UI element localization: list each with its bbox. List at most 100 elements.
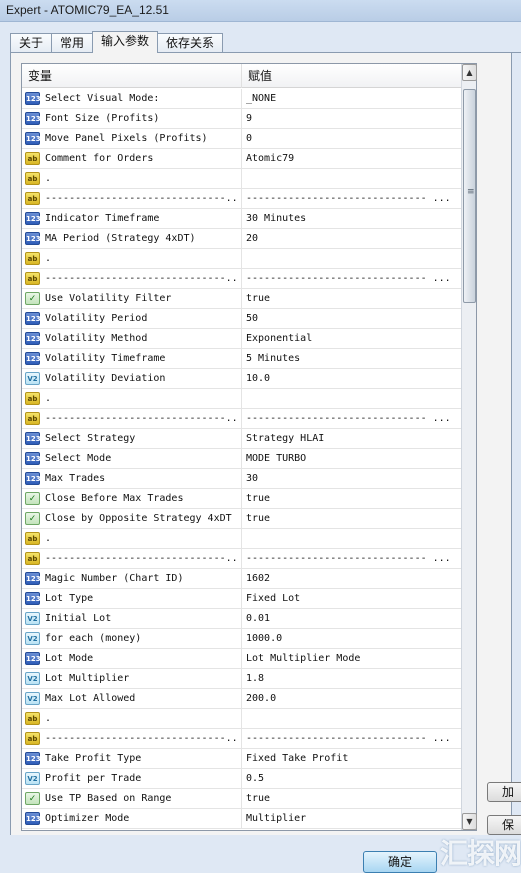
value-cell[interactable]: 1000.0 [242, 629, 461, 649]
value-cell[interactable]: Lot Multiplier Mode [242, 649, 461, 669]
variable-value[interactable]: ------------------------------ ... [246, 409, 457, 429]
value-cell[interactable]: 20 [242, 229, 461, 249]
value-cell[interactable]: true [242, 789, 461, 809]
variable-value[interactable]: MODE TURBO [246, 449, 457, 469]
tab-about[interactable]: 关于 [10, 33, 53, 53]
parameter-row[interactable]: V2 for each (money) 1000.0 [22, 629, 461, 649]
parameter-row[interactable]: 123 Move Panel Pixels (Profits) 0 [22, 129, 461, 149]
variable-value[interactable]: 30 Minutes [246, 209, 457, 229]
value-cell[interactable]: true [242, 289, 461, 309]
value-cell[interactable] [242, 249, 461, 269]
variable-value[interactable] [246, 169, 457, 189]
variable-value[interactable]: true [246, 289, 457, 309]
value-cell[interactable]: Fixed Lot [242, 589, 461, 609]
value-cell[interactable] [242, 389, 461, 409]
parameter-row[interactable]: 123 Select Strategy Strategy HLAI [22, 429, 461, 449]
variable-value[interactable]: Atomic79 [246, 149, 457, 169]
parameter-row[interactable]: ab. [22, 709, 461, 729]
variable-value[interactable]: 20 [246, 229, 457, 249]
variable-value[interactable]: Strategy HLAI [246, 429, 457, 449]
variable-value[interactable]: 1000.0 [246, 629, 457, 649]
value-cell[interactable]: 5 Minutes [242, 349, 461, 369]
variable-value[interactable]: 0.01 [246, 609, 457, 629]
value-cell[interactable]: true [242, 509, 461, 529]
variable-value[interactable]: Multiplier [246, 809, 457, 829]
value-cell[interactable]: ------------------------------ ... [242, 269, 461, 289]
value-cell[interactable]: 1.8 [242, 669, 461, 689]
value-cell[interactable] [242, 529, 461, 549]
parameter-row[interactable]: V2 Volatility Deviation 10.0 [22, 369, 461, 389]
variable-value[interactable] [246, 709, 457, 729]
variable-value[interactable]: 0 [246, 129, 457, 149]
value-cell[interactable]: Multiplier [242, 809, 461, 829]
parameter-row[interactable]: 123 Lot Type Fixed Lot [22, 589, 461, 609]
scroll-up-button[interactable]: ▲ [462, 64, 477, 81]
ok-button[interactable]: 确定 [363, 851, 437, 873]
variable-value[interactable]: true [246, 789, 457, 809]
value-cell[interactable] [242, 169, 461, 189]
parameter-row[interactable]: V2 Lot Multiplier 1.8 [22, 669, 461, 689]
variable-value[interactable]: 10.0 [246, 369, 457, 389]
parameter-row[interactable]: ab ------------------------------... -----… [22, 269, 461, 289]
variable-value[interactable]: ------------------------------ ... [246, 269, 457, 289]
variable-value[interactable]: 0.5 [246, 769, 457, 789]
parameter-row[interactable]: ab. [22, 529, 461, 549]
variable-value[interactable]: true [246, 489, 457, 509]
value-cell[interactable]: 9 [242, 109, 461, 129]
value-cell[interactable]: 10.0 [242, 369, 461, 389]
value-cell[interactable]: true [242, 489, 461, 509]
parameter-row[interactable]: 123 Optimizer Mode Multiplier [22, 809, 461, 829]
value-cell[interactable]: 50 [242, 309, 461, 329]
variable-value[interactable] [246, 249, 457, 269]
value-cell[interactable]: Fixed Take Profit [242, 749, 461, 769]
variable-value[interactable]: ------------------------------ ... [246, 549, 457, 569]
scroll-down-button[interactable]: ▼ [462, 813, 477, 830]
parameter-row[interactable]: ✓ Close by Opposite Strategy 4xDT true [22, 509, 461, 529]
variable-value[interactable]: 1.8 [246, 669, 457, 689]
value-cell[interactable]: 0 [242, 129, 461, 149]
parameter-row[interactable]: 123 Font Size (Profits) 9 [22, 109, 461, 129]
value-cell[interactable]: 0.5 [242, 769, 461, 789]
parameter-row[interactable]: ab ------------------------------... -----… [22, 189, 461, 209]
variable-value[interactable]: _NONE [246, 89, 457, 109]
column-header-variable[interactable]: 变量 [22, 64, 242, 88]
parameter-row[interactable]: ab ------------------------------... -----… [22, 549, 461, 569]
column-header-value[interactable]: 赋值 [242, 64, 461, 88]
parameter-row[interactable]: 123 Volatility Method Exponential [22, 329, 461, 349]
parameter-row[interactable]: ab Comment for Orders Atomic79 [22, 149, 461, 169]
parameter-row[interactable]: V2 Initial Lot 0.01 [22, 609, 461, 629]
parameter-row[interactable]: ab. [22, 169, 461, 189]
value-cell[interactable]: Exponential [242, 329, 461, 349]
parameter-row[interactable]: 123 Select Visual Mode: _NONE [22, 89, 461, 109]
value-cell[interactable]: 30 [242, 469, 461, 489]
parameter-row[interactable]: 123 Volatility Timeframe 5 Minutes [22, 349, 461, 369]
parameter-row[interactable]: ✓ Use Volatility Filter true [22, 289, 461, 309]
parameter-row[interactable]: 123 Max Trades 30 [22, 469, 461, 489]
parameter-row[interactable]: ab. [22, 389, 461, 409]
variable-value[interactable]: Fixed Take Profit [246, 749, 457, 769]
variable-value[interactable]: Fixed Lot [246, 589, 457, 609]
variable-value[interactable]: 200.0 [246, 689, 457, 709]
value-cell[interactable] [242, 709, 461, 729]
parameter-row[interactable]: ✓ Use TP Based on Range true [22, 789, 461, 809]
load-button[interactable]: 加 [487, 782, 521, 802]
value-cell[interactable]: 1602 [242, 569, 461, 589]
value-cell[interactable]: Strategy HLAI [242, 429, 461, 449]
variable-value[interactable]: ------------------------------ ... [246, 729, 457, 749]
parameter-row[interactable]: ab ------------------------------... -----… [22, 409, 461, 429]
value-cell[interactable]: Atomic79 [242, 149, 461, 169]
parameter-row[interactable]: 123 MA Period (Strategy 4xDT) 20 [22, 229, 461, 249]
parameter-row[interactable]: V2 Max Lot Allowed 200.0 [22, 689, 461, 709]
value-cell[interactable]: 0.01 [242, 609, 461, 629]
parameter-row[interactable]: 123 Magic Number (Chart ID) 1602 [22, 569, 461, 589]
scroll-thumb[interactable]: ≡ [463, 89, 476, 303]
variable-value[interactable]: ------------------------------ ... [246, 189, 457, 209]
variable-value[interactable]: 50 [246, 309, 457, 329]
tab-dependencies[interactable]: 依存关系 [157, 33, 224, 53]
variable-value[interactable]: Lot Multiplier Mode [246, 649, 457, 669]
parameter-row[interactable]: ab ------------------------------... -----… [22, 729, 461, 749]
value-cell[interactable]: ------------------------------ ... [242, 409, 461, 429]
parameter-row[interactable]: 123 Lot Mode Lot Multiplier Mode [22, 649, 461, 669]
tab-inputs[interactable]: 输入参数 [92, 31, 159, 53]
variable-value[interactable]: 9 [246, 109, 457, 129]
